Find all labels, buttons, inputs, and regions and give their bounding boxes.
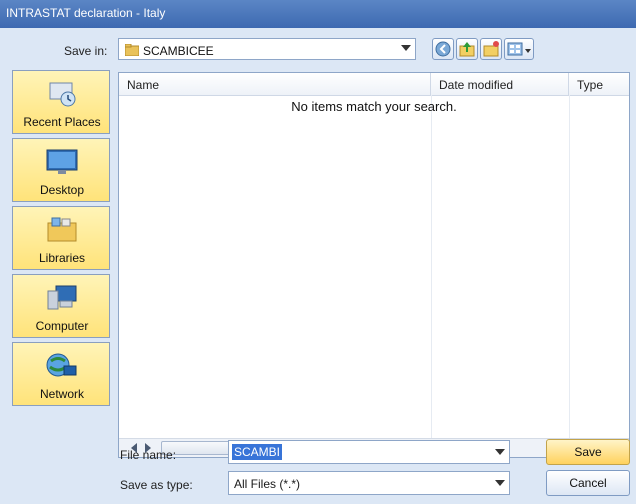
desktop-icon xyxy=(46,149,78,174)
place-libraries[interactable]: Libraries xyxy=(12,206,110,270)
column-divider xyxy=(569,95,570,445)
column-divider xyxy=(431,95,432,445)
save-as-type-label: Save as type: xyxy=(120,478,193,492)
column-label: Date modified xyxy=(439,78,514,92)
libraries-icon xyxy=(47,217,77,242)
title-bar: INTRASTAT declaration - Italy xyxy=(0,0,636,28)
view-menu-icon xyxy=(507,42,531,56)
folder-icon xyxy=(125,44,139,56)
chevron-down-icon[interactable] xyxy=(495,449,505,455)
column-date-modified[interactable]: Date modified xyxy=(431,73,569,95)
file-list[interactable]: Name Date modified Type No items match y… xyxy=(118,72,630,458)
save-as-type-select[interactable]: All Files (*.*) xyxy=(228,471,510,495)
column-label: Name xyxy=(127,78,160,92)
chevron-down-icon[interactable] xyxy=(495,480,505,486)
place-network[interactable]: Network xyxy=(12,342,110,406)
new-folder-button[interactable] xyxy=(480,38,502,60)
column-header-row: Name Date modified Type xyxy=(119,73,629,96)
place-label: Recent Places xyxy=(23,115,101,129)
back-button[interactable] xyxy=(432,38,454,60)
save-as-type-value: All Files (*.*) xyxy=(234,477,301,491)
file-name-value: SCAMBI xyxy=(232,444,283,460)
column-label: Type xyxy=(577,78,604,92)
up-folder-icon xyxy=(459,42,475,57)
back-icon xyxy=(435,41,451,57)
place-label: Network xyxy=(39,387,84,401)
chevron-down-icon[interactable] xyxy=(401,45,411,51)
save-in-label: Save in: xyxy=(64,44,108,58)
place-desktop[interactable]: Desktop xyxy=(12,138,110,202)
place-label: Libraries xyxy=(38,251,86,265)
place-computer[interactable]: Computer xyxy=(12,274,110,338)
save-in-value: SCAMBICEE xyxy=(143,44,214,58)
place-label: Computer xyxy=(35,319,89,333)
place-label: Desktop xyxy=(39,183,85,197)
new-folder-icon xyxy=(483,41,499,57)
window-title: INTRASTAT declaration - Italy xyxy=(6,6,166,20)
column-type[interactable]: Type xyxy=(569,73,629,95)
network-icon xyxy=(46,353,77,377)
up-folder-button[interactable] xyxy=(456,38,478,60)
save-in-combobox[interactable]: SCAMBICEE xyxy=(118,38,416,60)
save-button[interactable]: Save xyxy=(546,439,630,465)
save-dialog: Save in: SCAMBICEE Recent Places Desktop… xyxy=(0,28,636,504)
empty-message: No items match your search. xyxy=(291,99,457,114)
place-recent-places[interactable]: Recent Places xyxy=(12,70,110,134)
file-name-label: File name: xyxy=(120,448,177,462)
view-menu-button[interactable] xyxy=(504,38,534,60)
file-name-input[interactable]: SCAMBI xyxy=(228,440,510,464)
recent-places-icon xyxy=(49,82,76,107)
computer-icon xyxy=(47,285,77,310)
column-name[interactable]: Name xyxy=(119,73,431,95)
cancel-button[interactable]: Cancel xyxy=(546,470,630,496)
